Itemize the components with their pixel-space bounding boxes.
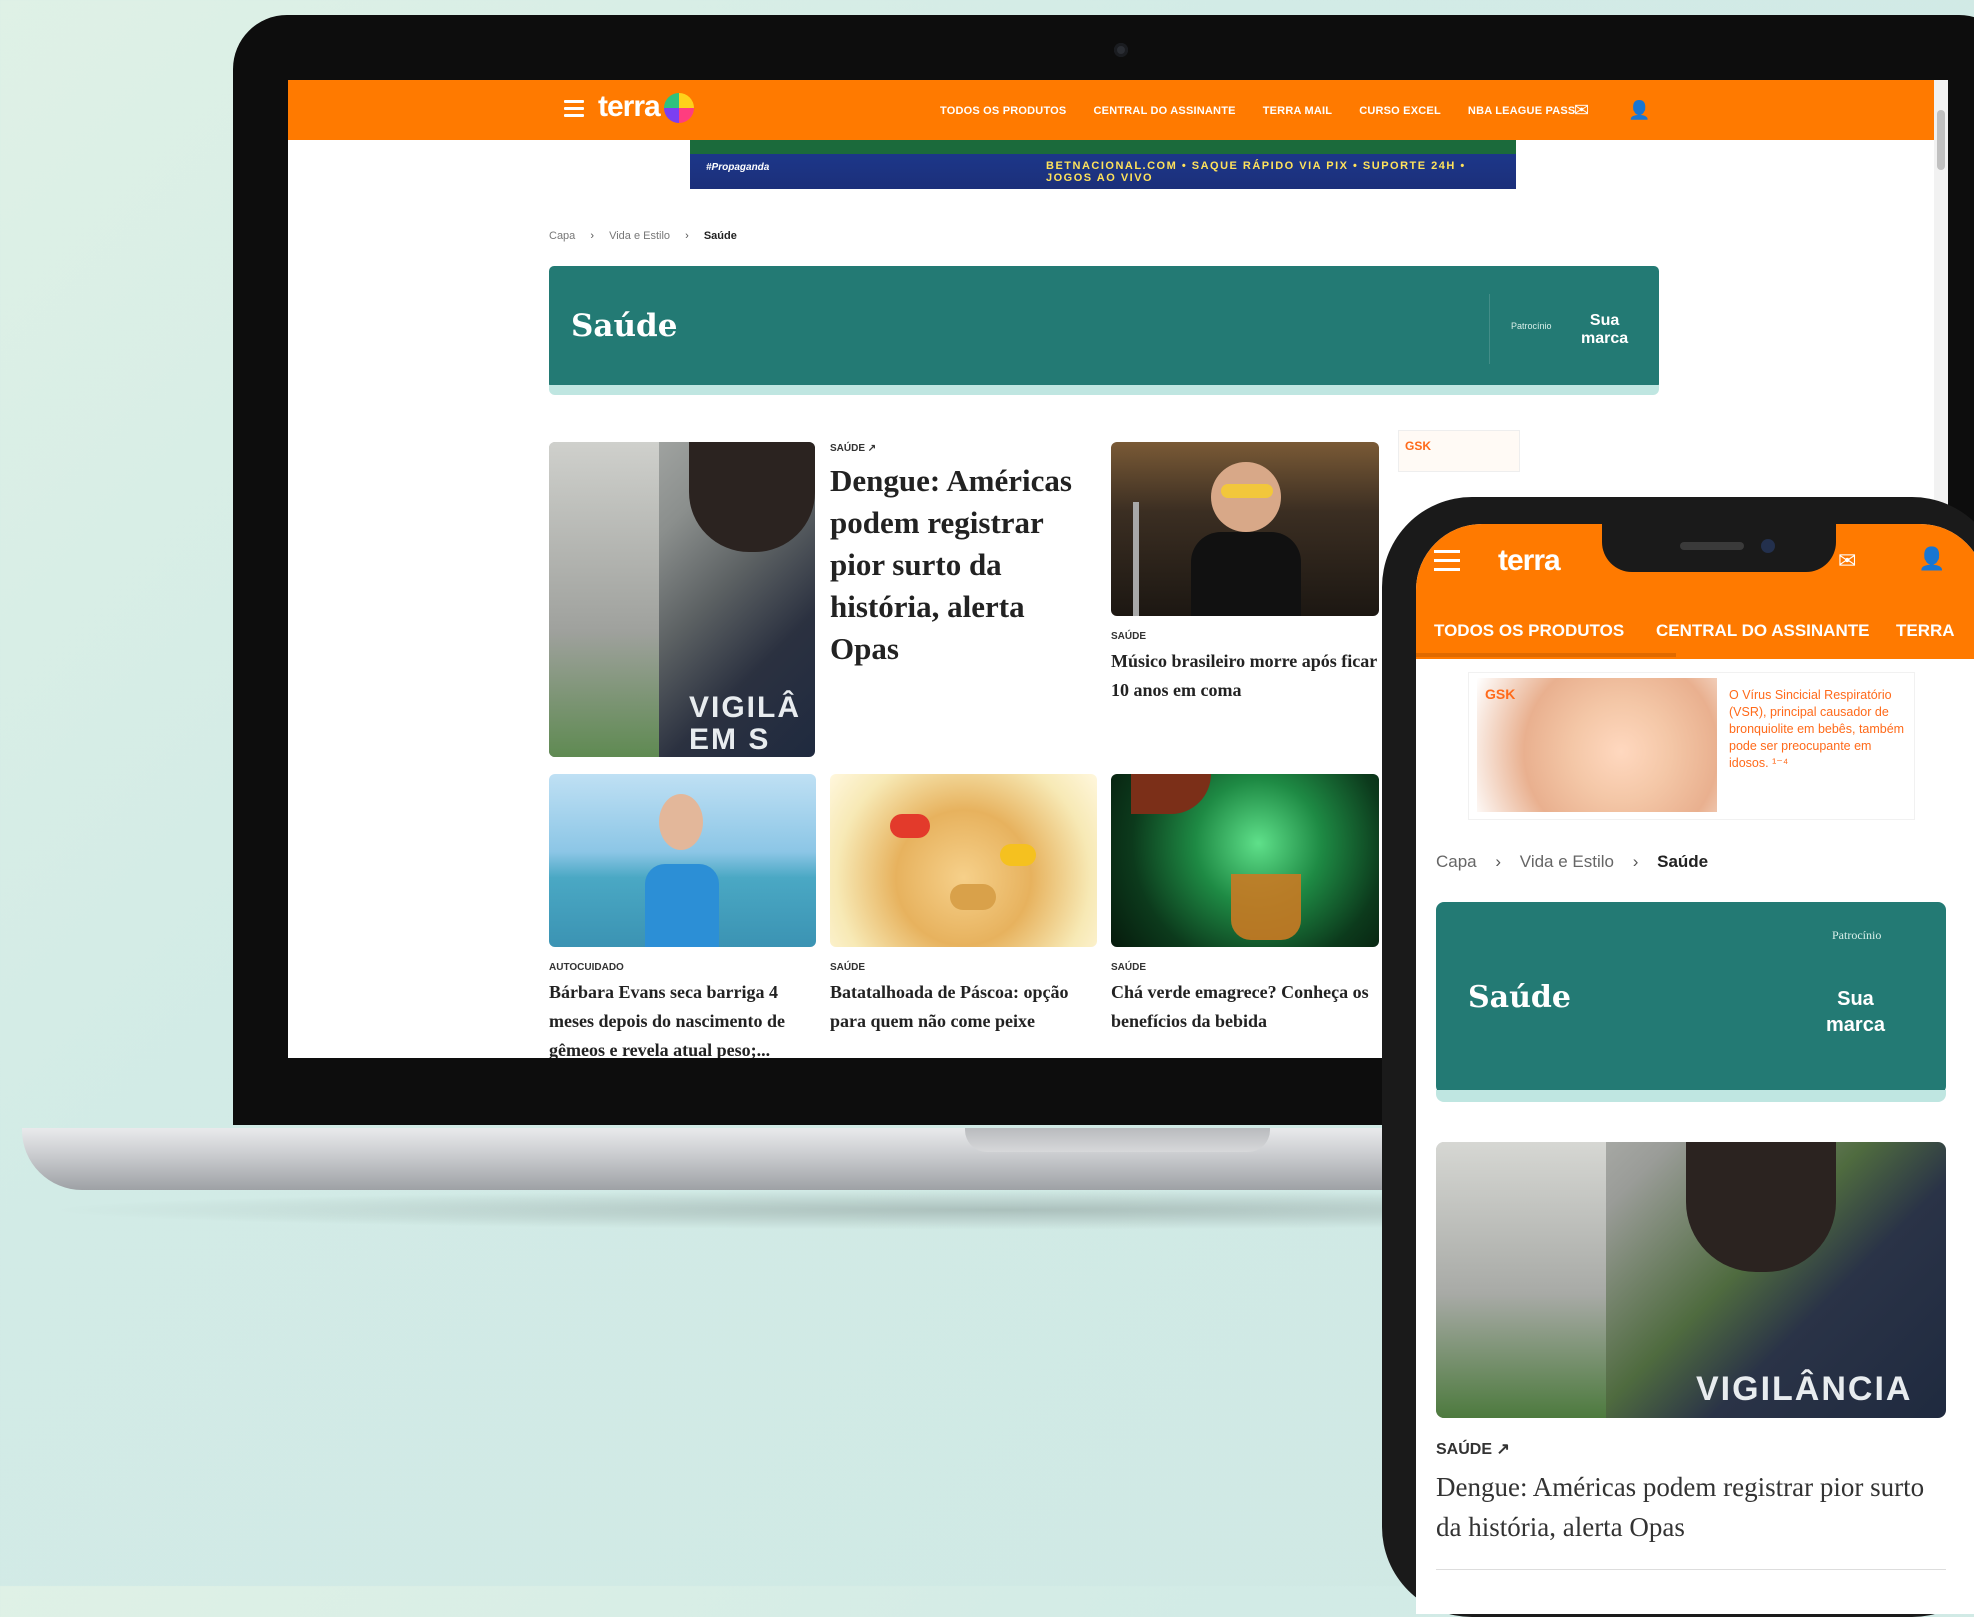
nav-item-todos-produtos[interactable]: TODOS OS PRODUTOS	[1434, 621, 1624, 641]
image-potato	[950, 884, 996, 910]
ad-image-band	[690, 140, 1516, 154]
hero-accent-bar	[1436, 1090, 1946, 1102]
terra-logo[interactable]: terra	[1498, 544, 1561, 578]
image-pepper-yellow	[1000, 844, 1036, 866]
image-hair-area	[1686, 1142, 1836, 1272]
article-image-dengue[interactable]: VIGILÂ EM S	[549, 442, 815, 757]
image-swimsuit	[645, 864, 719, 947]
user-icon[interactable]: 👤	[1918, 546, 1945, 572]
chevron-right-icon: ›	[1495, 852, 1502, 871]
image-rock-area	[549, 442, 659, 757]
article-tag[interactable]: SAÚDE ↗	[1436, 1439, 1510, 1459]
article-tag[interactable]: SAÚDE ↗	[830, 443, 876, 454]
menu-scroll-indicator	[1416, 653, 1676, 657]
sponsor-brand[interactable]: Sua marca	[1826, 986, 1885, 1038]
breadcrumb-home[interactable]: Capa	[549, 230, 575, 242]
nav-item-curso-excel[interactable]: CURSO EXCEL	[1359, 105, 1441, 117]
phone-screen: terra ✉ 👤 TODOS OS PRODUTOS CENTRAL DO A…	[1416, 524, 1974, 1614]
phone-camera	[1761, 539, 1775, 553]
section-title: Saúde	[1468, 980, 1571, 1015]
vest-text: VIGILÂ EM S	[689, 691, 802, 756]
nav-item-terra-mail[interactable]: TERRA MAIL	[1263, 105, 1332, 117]
image-pepper-red	[890, 814, 930, 838]
divider	[1436, 1569, 1946, 1570]
article-tag[interactable]: SAÚDE	[830, 962, 865, 973]
image-rock-area	[1436, 1142, 1606, 1418]
breadcrumb-current: Saúde	[703, 230, 737, 242]
breadcrumb-section[interactable]: Vida e Estilo	[609, 230, 670, 242]
section-hero: Patrocínio Saúde Sua marca	[1436, 902, 1946, 1094]
nav-item-terra[interactable]: TERRA	[1896, 621, 1955, 641]
phone-menu-bar: TODOS OS PRODUTOS CENTRAL DO ASSINANTE T…	[1416, 599, 1974, 659]
mail-icon[interactable]: ✉	[1838, 548, 1856, 574]
sponsor-brand[interactable]: Sua marca	[1581, 312, 1628, 348]
ad-tag: #Propaganda	[706, 162, 770, 173]
nav-item-todos-produtos[interactable]: TODOS OS PRODUTOS	[940, 105, 1066, 117]
terra-logo[interactable]: terra	[598, 90, 694, 124]
side-ad-brand: GSK	[1405, 439, 1432, 453]
section-hero: Saúde Patrocínio Sua marca	[549, 266, 1659, 389]
phone-speaker	[1680, 542, 1744, 550]
article-image-batatalhoada[interactable]	[830, 774, 1097, 947]
article-image-dengue[interactable]: VIGILÂNCIA	[1436, 1142, 1946, 1418]
nav-item-central-assinante[interactable]: CENTRAL DO ASSINANTE	[1094, 105, 1236, 117]
nav-menu: TODOS OS PRODUTOS CENTRAL DO ASSINANTE T…	[940, 105, 1599, 117]
article-image-barbara[interactable]	[549, 774, 816, 947]
hamburger-menu-icon[interactable]	[564, 100, 584, 120]
mail-icon[interactable]: ✉	[1574, 100, 1589, 120]
article-title-cha-verde[interactable]: Chá verde emagrece? Conheça os benefício…	[1111, 978, 1381, 1036]
breadcrumb-home[interactable]: Capa	[1436, 852, 1477, 871]
laptop-notch	[965, 1128, 1270, 1152]
section-title: Saúde	[571, 308, 678, 344]
article-tag[interactable]: AUTOCUIDADO	[549, 962, 624, 973]
hero-divider	[1489, 294, 1490, 364]
article-title-barbara[interactable]: Bárbara Evans seca barriga 4 meses depoi…	[549, 978, 819, 1058]
article-image-musico[interactable]	[1111, 442, 1379, 616]
chevron-right-icon: ›	[1632, 852, 1639, 871]
laptop-camera	[1114, 43, 1128, 57]
image-mic-stand	[1133, 502, 1139, 616]
chevron-right-icon: ›	[590, 230, 595, 242]
breadcrumb-section[interactable]: Vida e Estilo	[1520, 852, 1614, 871]
nav-item-central-assinante[interactable]: CENTRAL DO ASSINANTE	[1656, 621, 1869, 641]
article-tag[interactable]: SAÚDE	[1111, 631, 1146, 642]
nav-item-nba-league-pass[interactable]: NBA LEAGUE PASS	[1468, 105, 1576, 117]
hamburger-menu-icon[interactable]	[1434, 550, 1460, 571]
sponsor-label: Patrocínio	[1511, 321, 1552, 331]
article-image-cha-verde[interactable]	[1111, 774, 1379, 947]
image-goggles	[1221, 484, 1273, 498]
ad-brand: GSK	[1485, 686, 1516, 702]
image-body	[1191, 532, 1301, 616]
chevron-right-icon: ›	[685, 230, 689, 242]
article-title-batatalhoada[interactable]: Batatalhoada de Páscoa: opção para quem …	[830, 978, 1100, 1036]
top-banner-ad[interactable]: #Propaganda BETNACIONAL.COM • SAQUE RÁPI…	[690, 140, 1516, 189]
vest-text: VIGILÂNCIA	[1696, 1370, 1913, 1408]
logo-mark-icon	[663, 93, 694, 124]
article-tag[interactable]: SAÚDE	[1111, 962, 1146, 973]
sponsor-label: Patrocínio	[1832, 928, 1882, 942]
breadcrumb: Capa › Vida e Estilo › Saúde	[1436, 852, 1708, 872]
image-teapot	[1131, 774, 1211, 814]
breadcrumb: Capa › Vida e Estilo › Saúde	[549, 230, 737, 242]
ad-hands-image: GSK	[1477, 678, 1717, 812]
nav-icons: ✉ 👤	[1574, 100, 1651, 121]
ad-text: BETNACIONAL.COM • SAQUE RÁPIDO VIA PIX •…	[1046, 160, 1466, 184]
side-ad[interactable]: GSK	[1398, 430, 1520, 472]
hero-accent-bar	[549, 385, 1659, 395]
ad-text: O Vírus Sincicial Respiratório (VSR), pr…	[1729, 688, 1905, 770]
article-title-musico[interactable]: Músico brasileiro morre após ficar 10 an…	[1111, 647, 1381, 705]
scrollbar-thumb[interactable]	[1937, 110, 1945, 170]
user-icon[interactable]: 👤	[1628, 100, 1650, 120]
image-hair-area	[689, 442, 815, 552]
image-tea-cup	[1231, 874, 1301, 940]
top-navbar: terra TODOS OS PRODUTOS CENTRAL DO ASSIN…	[288, 80, 1948, 140]
article-title-dengue[interactable]: Dengue: Américas podem registrar pior su…	[830, 460, 1075, 670]
breadcrumb-current: Saúde	[1657, 852, 1709, 871]
article-title-dengue[interactable]: Dengue: Américas podem registrar pior su…	[1436, 1467, 1956, 1547]
phone-ad-banner[interactable]: GSK O Vírus Sincicial Respiratório (VSR)…	[1468, 672, 1915, 820]
image-head	[659, 794, 703, 850]
